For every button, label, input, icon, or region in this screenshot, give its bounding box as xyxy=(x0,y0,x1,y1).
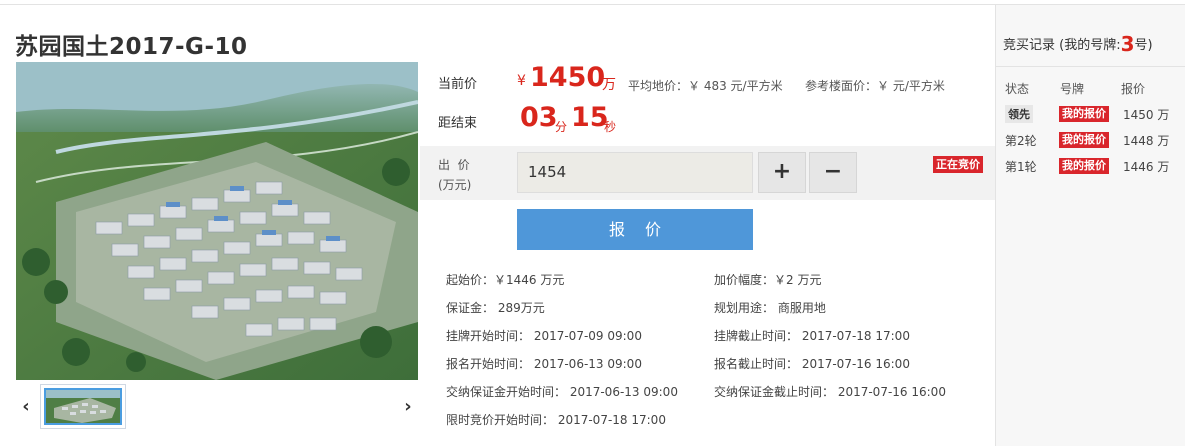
countdown-label: 距结束 xyxy=(438,116,478,131)
my-bid-tag: 我的报价 xyxy=(1059,132,1109,148)
thumbnail-1[interactable] xyxy=(40,384,126,429)
deposit-end-time: 交纳保证金截止时间： 2017-07-16 16:00 xyxy=(714,385,946,399)
record-bid: 1448 万 xyxy=(1123,134,1170,148)
header-status: 状态 xyxy=(1005,82,1030,96)
current-price-value: 1450 xyxy=(530,62,606,93)
bid-record-row: 第1轮 我的报价 1446 万 xyxy=(996,156,1185,176)
bid-increment: 加价幅度：￥2 万元 xyxy=(714,273,822,287)
thumbnail-strip: ‹ › xyxy=(16,380,418,432)
lot-aerial-image[interactable] xyxy=(16,62,418,380)
lot-title: 苏园国土2017-G-10 xyxy=(15,34,248,60)
record-status: 第1轮 xyxy=(1005,160,1037,174)
my-bid-tag: 我的报价 xyxy=(1059,106,1109,122)
avg-land-price: 平均地价：￥ 483 元/平方米 xyxy=(628,79,783,93)
record-bid: 1446 万 xyxy=(1123,160,1170,174)
start-price: 起始价：￥1446 万元 xyxy=(446,273,565,287)
timed-bid-start-time: 限时竞价开始时间： 2017-07-18 17:00 xyxy=(446,413,666,427)
bid-label-line2: (万元) xyxy=(438,178,472,192)
countdown-minutes: 03 xyxy=(520,102,558,133)
bid-label-line1: 出 价 xyxy=(438,158,470,172)
signup-end-time: 报名截止时间： 2017-07-16 16:00 xyxy=(714,357,910,371)
thumbnail-image xyxy=(46,390,120,423)
deposit: 保证金： 289万元 xyxy=(446,301,545,315)
decrease-bid-button[interactable]: − xyxy=(809,152,857,193)
countdown-seconds-unit: 秒 xyxy=(604,120,617,134)
ref-floor-price: 参考楼面价：￥ 元/平方米 xyxy=(805,79,945,93)
increase-bid-button[interactable]: + xyxy=(758,152,806,193)
my-paddle-number: 3 xyxy=(1120,32,1135,56)
bid-history-title-prefix: 竞买记录 (我的号牌: xyxy=(1003,38,1121,53)
submit-bid-button[interactable]: 报价 xyxy=(517,209,753,250)
bid-entry-row: 出 价 (万元) 1454 + − 正在竞价 xyxy=(420,146,995,200)
header-paddle: 号牌 xyxy=(1060,82,1085,96)
aerial-rendering-image xyxy=(16,62,418,380)
signup-start-time: 报名开始时间： 2017-06-13 09:00 xyxy=(446,357,642,371)
sidebar-divider xyxy=(996,66,1185,67)
bid-history-sidebar: 竞买记录 (我的号牌:3号) 状态 号牌 报价 领先 我的报价 1450 万 第… xyxy=(995,5,1185,446)
chevron-right-icon[interactable]: › xyxy=(398,396,418,417)
record-bid: 1450 万 xyxy=(1123,108,1170,122)
chevron-left-icon[interactable]: ‹ xyxy=(16,396,36,417)
record-status: 第2轮 xyxy=(1005,134,1037,148)
record-status: 领先 xyxy=(1005,105,1033,123)
countdown-seconds: 15 xyxy=(571,102,609,133)
bid-amount-input[interactable]: 1454 xyxy=(517,152,753,193)
bidding-status-badge: 正在竞价 xyxy=(933,156,983,173)
bid-record-row: 领先 我的报价 1450 万 xyxy=(996,104,1185,124)
bid-history-title-suffix: 号) xyxy=(1134,38,1153,53)
currency-symbol: ¥ xyxy=(517,73,526,89)
land-use: 规划用途： 商服用地 xyxy=(714,301,826,315)
my-bid-tag: 我的报价 xyxy=(1059,158,1109,174)
deposit-start-time: 交纳保证金开始时间： 2017-06-13 09:00 xyxy=(446,385,678,399)
price-unit: 万 xyxy=(602,77,616,93)
bid-label: 出 价 (万元) xyxy=(438,155,471,195)
bid-record-row: 第2轮 我的报价 1448 万 xyxy=(996,130,1185,150)
header-bid: 报价 xyxy=(1121,82,1146,96)
listing-start-time: 挂牌开始时间： 2017-07-09 09:00 xyxy=(446,329,642,343)
listing-end-time: 挂牌截止时间： 2017-07-18 17:00 xyxy=(714,329,910,343)
current-price-label: 当前价 xyxy=(438,77,478,92)
bid-history-title: 竞买记录 (我的号牌:3号) xyxy=(1003,32,1153,56)
countdown-minutes-unit: 分 xyxy=(555,120,568,134)
